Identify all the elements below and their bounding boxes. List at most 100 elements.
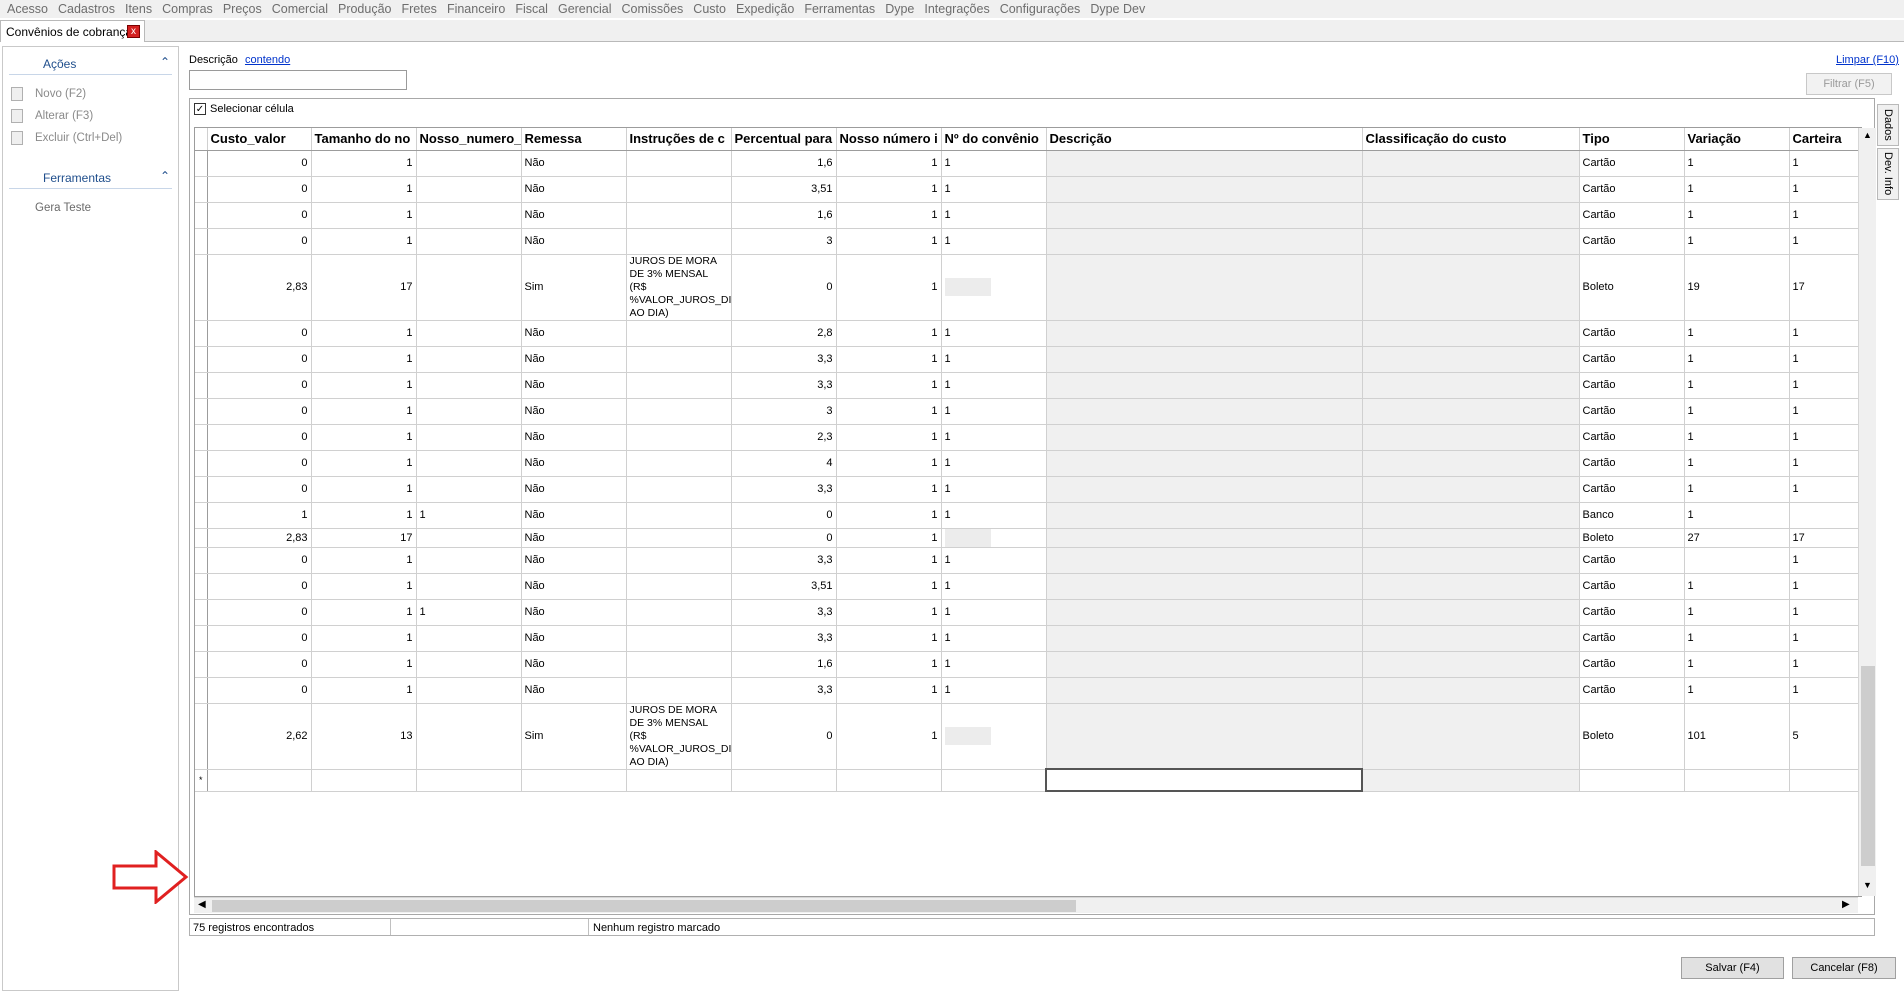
table-row[interactable]: 0 1 Não 3,3 1 1 Cartão 1 1 (195, 677, 1861, 704)
column-header[interactable]: Nosso_numero_ (416, 128, 522, 151)
table-cell[interactable]: 1 (311, 346, 417, 373)
column-header[interactable]: Tipo (1579, 128, 1685, 151)
alterar-button[interactable]: Alterar (F3) (3, 105, 178, 127)
table-cell[interactable]: 1 (311, 476, 417, 503)
table-cell[interactable]: Banco (1579, 502, 1685, 529)
row-indicator[interactable] (195, 677, 208, 704)
menu-item[interactable]: Integrações (919, 2, 994, 16)
table-row[interactable]: 2,62 13 Sim JUROS DE MORA DE 3% MENSAL (R$ … (195, 703, 1861, 770)
table-cell[interactable] (1362, 372, 1580, 399)
new-row-cell[interactable] (1579, 769, 1685, 792)
new-row-cell[interactable] (941, 769, 1047, 792)
table-cell[interactable] (1362, 346, 1580, 373)
ferramentas-header[interactable]: Ferramentas ⌃ (9, 167, 172, 189)
menu-item[interactable]: Compras (157, 2, 218, 16)
table-cell[interactable]: 1 (1684, 346, 1790, 373)
table-cell[interactable] (626, 202, 732, 229)
scroll-right-icon[interactable]: ▶ (1842, 899, 1850, 910)
new-row[interactable]: * (195, 768, 1861, 792)
table-cell[interactable]: 17 (311, 254, 417, 321)
menu-item[interactable]: Configurações (995, 2, 1086, 16)
table-cell[interactable] (416, 372, 522, 399)
table-cell[interactable]: 3,3 (731, 476, 837, 503)
table-cell[interactable]: 101 (1684, 703, 1790, 770)
table-cell[interactable] (1046, 424, 1363, 451)
table-cell[interactable]: 1 (1684, 228, 1790, 255)
tab-dev-info[interactable]: Dev. Info (1877, 148, 1899, 200)
table-cell[interactable]: 1 (836, 703, 942, 770)
select-cell-checkbox[interactable]: ✓ (194, 103, 206, 115)
vertical-scrollbar[interactable]: ▲ ▼ (1858, 128, 1876, 896)
table-cell[interactable] (1046, 625, 1363, 652)
table-cell[interactable] (626, 599, 732, 626)
table-cell[interactable]: 1 (941, 599, 1047, 626)
column-header[interactable]: Variação (1684, 128, 1790, 151)
menu-item[interactable]: Comercial (267, 2, 333, 16)
table-cell[interactable]: 0 (731, 528, 837, 548)
table-cell[interactable] (416, 150, 522, 177)
new-row-cell[interactable] (207, 769, 312, 792)
table-row[interactable]: 1 1 1 Não 0 1 1 Banco 1 (195, 502, 1861, 529)
row-indicator[interactable] (195, 346, 208, 373)
table-cell[interactable] (626, 625, 732, 652)
table-cell[interactable] (416, 677, 522, 704)
row-indicator[interactable] (195, 228, 208, 255)
table-cell[interactable] (1046, 502, 1363, 529)
table-cell[interactable] (626, 372, 732, 399)
table-cell[interactable]: 3,3 (731, 346, 837, 373)
table-cell[interactable]: 1 (836, 254, 942, 321)
table-cell[interactable] (1046, 703, 1363, 770)
table-cell[interactable]: Não (521, 228, 627, 255)
table-cell[interactable]: 1 (311, 502, 417, 529)
table-cell[interactable]: 1,6 (731, 202, 837, 229)
column-header[interactable]: Remessa (521, 128, 627, 151)
table-cell[interactable] (1046, 202, 1363, 229)
table-cell[interactable]: 0 (207, 651, 312, 678)
menu-item[interactable]: Itens (120, 2, 157, 16)
filter-button[interactable]: Filtrar (F5) (1806, 73, 1892, 95)
menu-item[interactable]: Gerencial (553, 2, 617, 16)
table-cell[interactable]: 1 (941, 547, 1047, 574)
table-cell[interactable]: 0 (207, 320, 312, 347)
row-indicator[interactable] (195, 150, 208, 177)
table-cell[interactable]: 0 (207, 372, 312, 399)
table-cell[interactable]: 1 (311, 424, 417, 451)
table-cell[interactable]: 13 (311, 703, 417, 770)
table-cell[interactable]: 0 (207, 476, 312, 503)
table-cell[interactable]: 0 (731, 703, 837, 770)
table-cell[interactable] (1046, 651, 1363, 678)
table-cell[interactable] (416, 176, 522, 203)
table-cell[interactable]: 1 (941, 398, 1047, 425)
table-row[interactable]: 2,83 17 Sim JUROS DE MORA DE 3% MENSAL (R$ … (195, 254, 1861, 321)
table-cell[interactable]: 1 (311, 372, 417, 399)
table-row[interactable]: 0 1 Não 3,51 1 1 Cartão 1 1 (195, 176, 1861, 203)
table-cell[interactable]: 1 (1789, 573, 1861, 600)
table-cell[interactable] (1046, 320, 1363, 347)
acoes-header[interactable]: Ações ⌃ (9, 53, 172, 75)
table-cell[interactable]: Cartão (1579, 573, 1685, 600)
table-cell[interactable]: Cartão (1579, 677, 1685, 704)
table-cell[interactable]: 0 (207, 202, 312, 229)
row-indicator[interactable] (195, 547, 208, 574)
excluir-button[interactable]: Excluir (Ctrl+Del) (3, 127, 178, 149)
table-cell[interactable]: 1 (836, 677, 942, 704)
table-cell[interactable] (626, 450, 732, 477)
table-cell[interactable]: Cartão (1579, 176, 1685, 203)
table-cell[interactable]: 19 (1684, 254, 1790, 321)
table-cell[interactable]: 1 (941, 476, 1047, 503)
table-cell[interactable]: 1 (1684, 424, 1790, 451)
chevron-up-icon[interactable]: ⌃ (160, 55, 170, 69)
table-cell[interactable]: 2,83 (207, 254, 312, 321)
new-row-cell[interactable] (521, 769, 627, 792)
table-cell[interactable] (1362, 502, 1580, 529)
menu-item[interactable]: Financeiro (442, 2, 510, 16)
table-cell[interactable] (1046, 254, 1363, 321)
table-cell[interactable]: 1 (311, 599, 417, 626)
table-cell[interactable] (416, 547, 522, 574)
column-header[interactable]: Classificação do custo (1362, 128, 1580, 151)
table-cell[interactable]: 0 (207, 547, 312, 574)
new-row-cell[interactable] (1362, 769, 1580, 792)
chevron-up-icon[interactable]: ⌃ (160, 169, 170, 183)
table-cell[interactable] (1362, 424, 1580, 451)
table-cell[interactable]: 1 (1684, 150, 1790, 177)
